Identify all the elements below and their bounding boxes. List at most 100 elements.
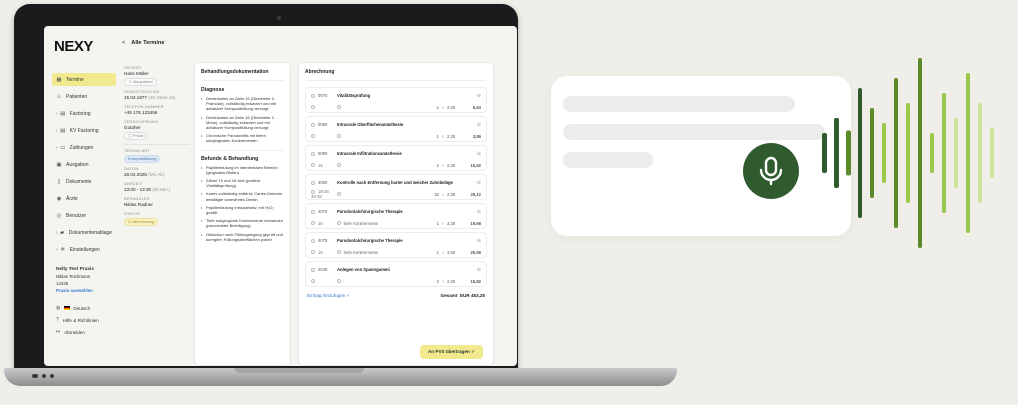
info-icon[interactable] [337, 192, 341, 197]
sidebar-item-aerzte[interactable]: ◉ Ärzte [52, 192, 116, 205]
billing-qty[interactable]: 1 [425, 105, 439, 110]
info-icon[interactable] [337, 250, 341, 255]
drag-handle-icon[interactable] [311, 238, 315, 243]
remove-row-icon[interactable]: ⊖ [477, 122, 481, 128]
help-link[interactable]: ? Hilfe & Richtlinien [52, 314, 116, 326]
total-value: 453,25 [470, 293, 485, 298]
status-text: Abrechnung [132, 219, 154, 224]
app-logo[interactable]: NEXY [52, 38, 116, 55]
remove-row-icon[interactable]: ⊖ [477, 238, 481, 244]
billing-extra: tiefe Konkremente [337, 221, 425, 226]
sidebar-item-factoring[interactable]: › ▤ Factoring [52, 107, 116, 120]
divider [124, 144, 190, 145]
drag-handle-icon[interactable] [311, 180, 315, 185]
billing-code: 4060 [311, 180, 337, 185]
billing-qty[interactable]: 1 [425, 221, 439, 226]
billing-qty[interactable]: 1 [425, 134, 439, 139]
transfer-to-pvs-button[interactable]: An PVS übertragen ✓ [419, 345, 483, 359]
sidebar-item-benutzer[interactable]: ◎ Benutzer [52, 209, 116, 222]
billing-row[interactable]: 2040 Anlegen von Spanngummi ⊖ 2 × 2,30 16,82 [305, 261, 487, 287]
drag-handle-icon[interactable] [311, 122, 315, 127]
org-user: Niklas Teichmann [56, 274, 91, 279]
total-label: Gesamt [440, 293, 458, 298]
drag-handle-icon[interactable] [311, 267, 315, 272]
sound-wave-bar [966, 73, 970, 233]
billing-row[interactable]: 4060 Kontrolle nach Entfernung harter und… [305, 174, 487, 200]
billing-factor[interactable]: 2,30 [447, 279, 463, 284]
sound-wave-bar [894, 78, 898, 228]
billing-tooth: 18-28, 38-48 [311, 189, 330, 199]
sidebar-item-dokumentenablage[interactable]: › ▰ Dokumentenablage [52, 226, 116, 239]
page-title[interactable]: Alle Termine [131, 40, 164, 46]
sound-wave-bar [930, 133, 934, 173]
sidebar-item-patienten[interactable]: ☺ Patienten [52, 90, 116, 103]
billing-qty[interactable]: 2 [425, 279, 439, 284]
laptop-lid: NEXY ▦ Termine ☺ Patienten › ▤ Factoring › ▤ K… [14, 4, 518, 372]
select-practice-link[interactable]: Praxis auswählen [56, 287, 116, 294]
camera-icon [277, 16, 281, 20]
calendar-icon [311, 105, 315, 110]
billing-factor[interactable]: 2,30 [447, 192, 463, 197]
billing-row[interactable]: 0070 Vitalitätsprüfung ⊖ 1 × 2,00 5,63 [305, 87, 487, 113]
remove-row-icon[interactable]: ⊖ [477, 151, 481, 157]
remove-row-icon[interactable]: ⊖ [477, 93, 481, 99]
drag-handle-icon[interactable] [311, 93, 315, 98]
sidebar: NEXY ▦ Termine ☺ Patienten › ▤ Factoring › ▤ K… [44, 26, 122, 366]
language-selector[interactable]: ◍ Deutsch [52, 302, 116, 314]
diagnosis-item: Dentinkaries an Zahn 15 (Oberkiefer 2. P… [201, 96, 284, 112]
remove-row-icon[interactable]: ⊖ [477, 267, 481, 273]
sidebar-item-zahlungen[interactable]: › ▭ Zahlungen [52, 141, 116, 154]
billing-row[interactable]: 4070 Parodontalchirurgische Therapie ⊖ 15 ti… [305, 203, 487, 229]
billing-tooth: 15 [311, 163, 337, 168]
drag-handle-icon[interactable] [311, 209, 315, 214]
info-icon[interactable] [337, 279, 341, 284]
billing-row[interactable]: 4075 Parodontalchirurgische Therapie ⊖ 16 ti… [305, 232, 487, 258]
billing-factor[interactable]: 3,50 [447, 250, 463, 255]
billing-amount: 25,59 [470, 249, 481, 255]
sidebar-item-ausgaben[interactable]: ▣ Ausgaben [52, 158, 116, 171]
microphone-button[interactable] [743, 143, 799, 199]
billing-row[interactable]: 0090 Intraorale Infiltrationsanästhesie ⊖ 1… [305, 145, 487, 171]
calendar-icon: ▦ [56, 76, 62, 83]
billing-factor[interactable]: 3,30 [447, 221, 463, 226]
sidebar-item-termine[interactable]: ▦ Termine [52, 73, 116, 86]
eye-icon: ◉ [56, 195, 62, 202]
remove-row-icon[interactable]: ⊖ [477, 209, 481, 215]
sidebar-item-einstellungen[interactable]: › ✲ Einstellungen [52, 243, 116, 256]
billing-code: 0080 [311, 122, 337, 127]
time-duration: (30 Min.) [152, 187, 171, 192]
back-chevron-icon[interactable]: < [122, 40, 125, 46]
billing-tooth [311, 134, 337, 139]
sound-wave-bar [834, 118, 839, 188]
sidebar-item-dokumente[interactable]: ▯ Dokumente [52, 175, 116, 188]
text-placeholder-line [563, 96, 795, 112]
birth-age: (48 Jahre alt) [148, 95, 176, 100]
drag-handle-icon[interactable] [311, 151, 315, 156]
org-name: Nelly Test Praxis [56, 267, 95, 272]
billing-row[interactable]: 0080 Intraorale Oberflächenanästhesie ⊖ 1 × 2… [305, 116, 487, 142]
info-icon[interactable] [337, 163, 341, 168]
billing-amount: 5,63 [472, 104, 481, 110]
info-icon[interactable] [337, 134, 341, 139]
billing-qty[interactable]: 2 [425, 163, 439, 168]
chevron-right-icon: › [56, 110, 58, 117]
billing-qty[interactable]: 1 [425, 250, 439, 255]
sidebar-item-kv-factoring[interactable]: › ▤ KV Factoring [52, 124, 116, 137]
sound-wave-bar [918, 58, 922, 248]
add-entry-button[interactable]: Eintrag hinzufügen + [307, 293, 349, 298]
logout-button[interactable]: ↦ Abmelden [52, 326, 116, 338]
info-icon[interactable] [337, 221, 341, 226]
billing-qty[interactable]: 32 [425, 192, 439, 197]
laptop-notch [234, 368, 364, 373]
billing-factor[interactable]: 2,30 [447, 163, 463, 168]
billing-description: Kontrolle nach Entfernung harter und wei… [337, 180, 453, 185]
remove-row-icon[interactable]: ⊖ [477, 180, 481, 186]
billing-factor[interactable]: 2,00 [447, 105, 463, 110]
billing-rows: 0070 Vitalitätsprüfung ⊖ 1 × 2,00 5,63 0080 Intr… [305, 87, 487, 287]
info-icon[interactable] [337, 105, 341, 110]
card-icon: ▭ [60, 144, 66, 151]
multiply-icon: × [441, 162, 445, 168]
billing-factor[interactable]: 2,30 [447, 134, 463, 139]
chevron-right-icon: › [56, 229, 58, 236]
transfer-label: An PVS übertragen [427, 349, 470, 354]
